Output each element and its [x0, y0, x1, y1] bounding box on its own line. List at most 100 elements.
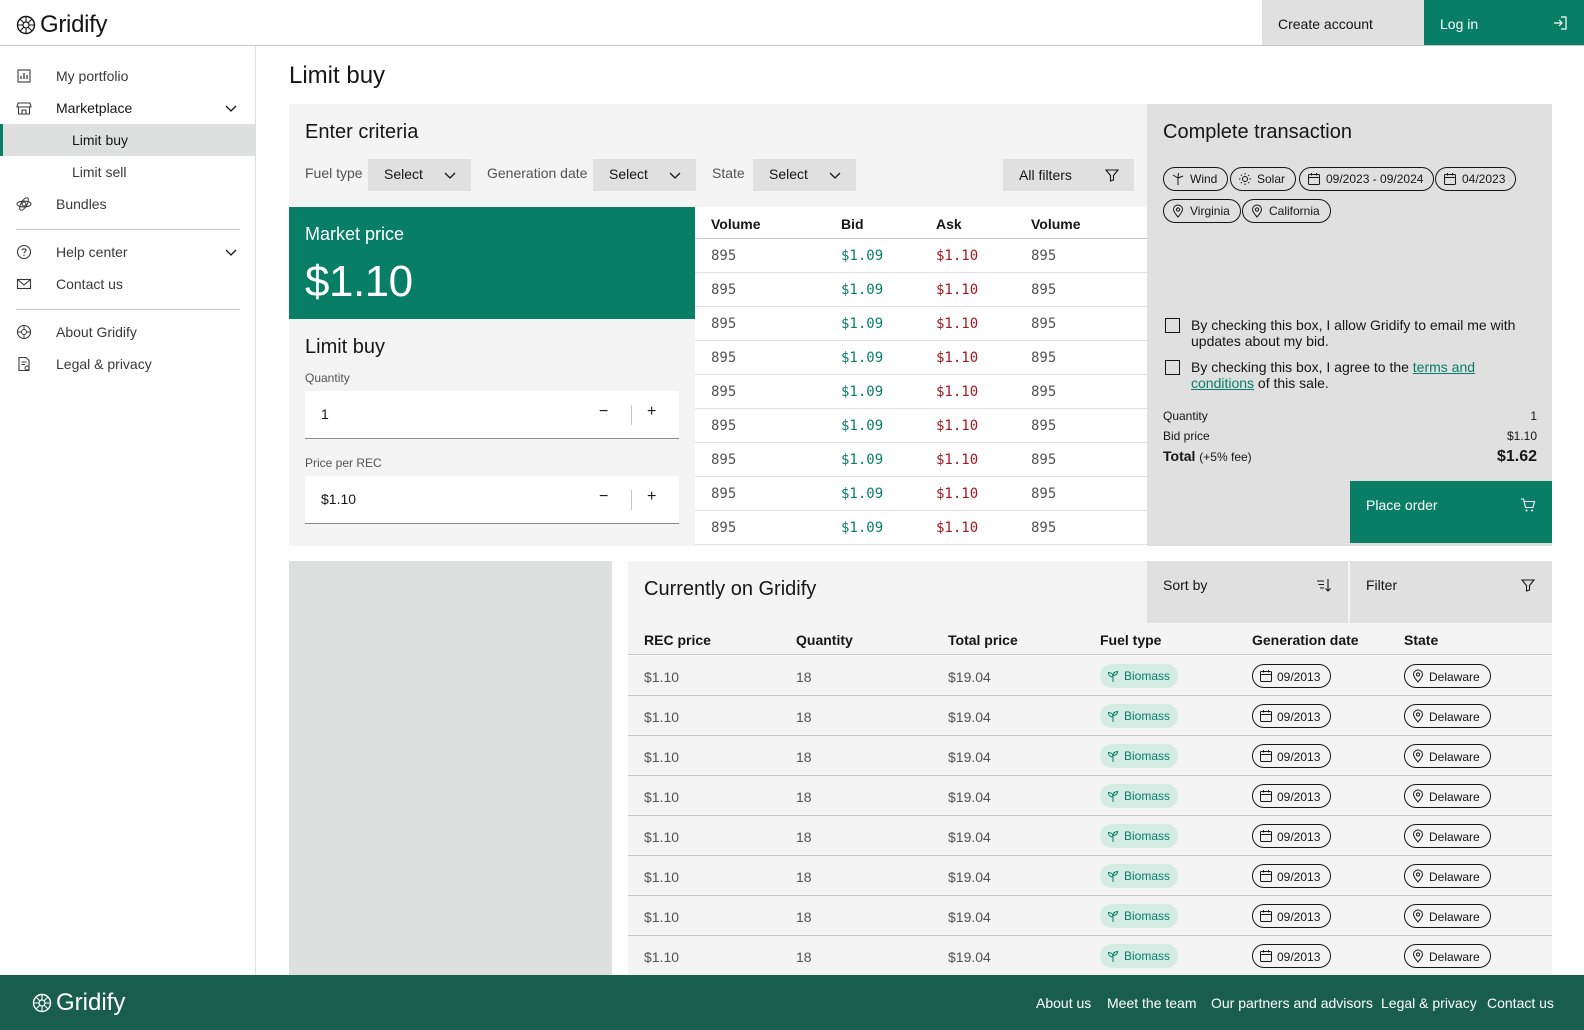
checkbox[interactable] [1165, 360, 1180, 375]
tag-label: Wind [1190, 172, 1218, 186]
calendar-icon [1260, 670, 1272, 682]
calendar-icon [1260, 830, 1272, 842]
bid-volume: 895 [711, 384, 737, 400]
bid-volume: 895 [711, 316, 737, 332]
order-book-row[interactable]: 895 $1.09 $1.10 895 [695, 239, 1147, 273]
footer-link-partners[interactable]: Our partners and advisors [1211, 995, 1373, 1011]
filter-button[interactable]: Filter [1350, 561, 1552, 623]
column-header: Fuel type [1100, 632, 1162, 648]
ask-price: $1.10 [936, 350, 979, 366]
price-per-rec-stepper[interactable]: $1.10 − + [305, 476, 679, 524]
sidebar-item-limit-buy[interactable]: Limit buy [0, 124, 255, 156]
chip-label: 09/2013 [1277, 870, 1321, 884]
order-book-row[interactable]: 895 $1.09 $1.10 895 [695, 477, 1147, 511]
chevron-down-icon[interactable] [223, 100, 239, 116]
tag-label: 09/2023 - 09/2024 [1326, 172, 1424, 186]
fuel-type-value: Select [384, 166, 423, 182]
checkbox[interactable] [1165, 318, 1180, 333]
sort-by-button[interactable]: Sort by [1147, 561, 1348, 623]
sidebar-item-about-gridify[interactable]: About Gridify [0, 316, 255, 348]
quantity-increment-button[interactable]: + [647, 403, 656, 421]
sidebar-item-label: My portfolio [56, 68, 129, 84]
table-row[interactable]: $1.10 18 $19.04 Biomass 09/2013 Delaware [628, 696, 1552, 736]
filter-tag-solar[interactable]: Solar [1230, 167, 1297, 191]
generation-date-select[interactable]: Select [593, 159, 696, 191]
sidebar-item-my-portfolio[interactable]: My portfolio [0, 60, 255, 92]
gridify-logo[interactable]: Gridify [16, 11, 108, 39]
table-row[interactable]: $1.10 18 $19.04 Biomass 09/2013 Delaware [628, 816, 1552, 856]
state-select[interactable]: Select [753, 159, 856, 191]
order-book-row[interactable]: 895 $1.09 $1.10 895 [695, 511, 1147, 545]
table-row[interactable]: $1.10 18 $19.04 Biomass 09/2013 Delaware [628, 656, 1552, 696]
filter-tag-california[interactable]: California [1242, 199, 1331, 223]
table-row[interactable]: $1.10 18 $19.04 Biomass 09/2013 Delaware [628, 736, 1552, 776]
total-price-cell: $19.04 [948, 749, 991, 765]
create-account-button[interactable]: Create account [1262, 0, 1424, 45]
table-row[interactable]: $1.10 18 $19.04 Biomass 09/2013 Delaware [628, 936, 1552, 975]
order-book-row[interactable]: 895 $1.09 $1.10 895 [695, 375, 1147, 409]
place-order-button[interactable]: Place order [1350, 481, 1552, 543]
sidebar-item-legal-privacy[interactable]: Legal & privacy [0, 348, 255, 380]
footer-link-legal-privacy[interactable]: Legal & privacy [1381, 995, 1477, 1011]
help-icon [16, 244, 32, 260]
sidebar-divider [16, 229, 240, 230]
sidebar-item-contact-us[interactable]: Contact us [0, 268, 255, 300]
sidebar-item-help-center[interactable]: Help center [0, 236, 255, 268]
footer-link-meet-the-team[interactable]: Meet the team [1107, 995, 1197, 1011]
email-consent-checkbox[interactable]: By checking this box, I allow Gridify to… [1163, 317, 1537, 349]
filter-tag-virginia[interactable]: Virginia [1163, 199, 1241, 223]
total-price-cell: $19.04 [948, 869, 991, 885]
footer-logo[interactable]: Gridify [32, 989, 125, 1017]
bundles-icon [16, 197, 32, 211]
price-per-rec-value[interactable]: $1.10 [321, 491, 356, 507]
quantity-stepper[interactable]: 1 − + [305, 391, 679, 439]
price-increment-button[interactable]: + [647, 488, 656, 506]
fuel-type-chip: Biomass [1100, 704, 1179, 728]
order-book-row[interactable]: 895 $1.09 $1.10 895 [695, 409, 1147, 443]
leaf-icon [1107, 790, 1119, 802]
leaf-icon [1107, 910, 1119, 922]
filter-tag-wind[interactable]: Wind [1163, 167, 1229, 191]
bid-price: $1.09 [841, 384, 884, 400]
price-decrement-button[interactable]: − [599, 488, 608, 506]
login-button[interactable]: Log in [1424, 0, 1584, 45]
ask-volume: 895 [1031, 384, 1057, 400]
order-book-row[interactable]: 895 $1.09 $1.10 895 [695, 443, 1147, 477]
calendar-icon [1260, 950, 1272, 962]
order-book-row[interactable]: 895 $1.09 $1.10 895 [695, 307, 1147, 341]
order-book-row[interactable]: 895 $1.09 $1.10 895 [695, 273, 1147, 307]
chevron-down-icon[interactable] [223, 244, 239, 260]
sidebar-item-marketplace[interactable]: Marketplace [0, 92, 255, 124]
state-chip: Delaware [1404, 744, 1491, 768]
fuel-type-chip: Biomass [1100, 944, 1179, 968]
sidebar-item-bundles[interactable]: Bundles [0, 188, 255, 220]
fuel-type-select[interactable]: Select [368, 159, 471, 191]
table-row[interactable]: $1.10 18 $19.04 Biomass 09/2013 Delaware [628, 856, 1552, 896]
summary-bid-value: $1.10 [1506, 429, 1537, 443]
location-pin-icon [1412, 869, 1424, 883]
summary-quantity-value: 1 [1530, 409, 1537, 423]
table-row[interactable]: $1.10 18 $19.04 Biomass 09/2013 Delaware [628, 776, 1552, 816]
bid-volume: 895 [711, 248, 737, 264]
order-book-row[interactable]: 895 $1.09 $1.10 895 [695, 341, 1147, 375]
quantity-cell: 18 [796, 949, 812, 965]
fuel-type-chip: Biomass [1100, 664, 1179, 688]
sidebar-item-limit-sell[interactable]: Limit sell [0, 156, 255, 188]
table-row[interactable]: $1.10 18 $19.04 Biomass 09/2013 Delaware [628, 896, 1552, 936]
terms-consent-checkbox[interactable]: By checking this box, I agree to the ter… [1163, 359, 1537, 391]
column-header: Volume [711, 216, 761, 232]
quantity-value[interactable]: 1 [321, 406, 329, 422]
footer-link-about-us[interactable]: About us [1036, 995, 1091, 1011]
quantity-decrement-button[interactable]: − [599, 403, 608, 421]
fuel-type-chip: Biomass [1100, 744, 1179, 768]
rec-price-cell: $1.10 [644, 909, 680, 925]
all-filters-button[interactable]: All filters [1003, 159, 1134, 191]
sidebar-divider [16, 309, 240, 310]
filter-tag-date-range[interactable]: 09/2023 - 09/2024 [1299, 167, 1435, 191]
footer-link-contact-us[interactable]: Contact us [1487, 995, 1554, 1011]
bid-volume: 895 [711, 418, 737, 434]
sidebar-item-label: Legal & privacy [56, 356, 152, 372]
about-icon [16, 324, 32, 340]
market-price-card: Market price $1.10 [289, 207, 695, 319]
filter-tag-date[interactable]: 04/2023 [1435, 167, 1517, 191]
